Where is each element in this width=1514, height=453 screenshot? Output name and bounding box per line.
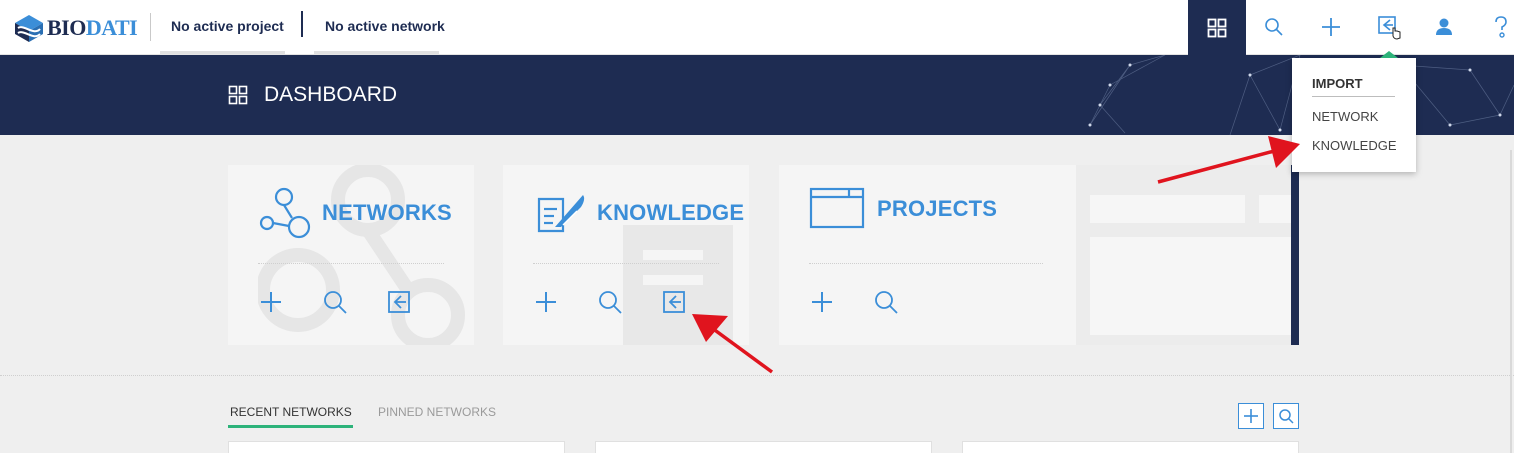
network-tab-underline (314, 51, 439, 54)
dropdown-caret (1380, 51, 1398, 58)
knowledge-actions (533, 289, 725, 315)
projects-bg-decoration (1076, 165, 1294, 345)
dashboard-nav-button[interactable] (1188, 0, 1246, 55)
dropdown-divider (1312, 96, 1395, 97)
import-icon (388, 291, 410, 313)
separator (301, 11, 303, 37)
add-project-button[interactable] (809, 289, 835, 315)
projects-card-title: PROJECTS (877, 196, 998, 221)
networks-card-title: NETWORKS (322, 200, 452, 225)
import-network-button[interactable] (386, 289, 412, 315)
search-project-button[interactable] (873, 289, 899, 315)
plus-icon (1244, 409, 1258, 423)
knowledge-card-title: KNOWLEDGE (597, 200, 745, 225)
network-list-card[interactable] (595, 441, 932, 453)
networks-icon (259, 187, 311, 239)
tab-pinned-networks[interactable]: PINNED NETWORKS (378, 405, 496, 419)
search-icon (324, 291, 347, 314)
projects-card: PROJECTS (779, 165, 1076, 345)
import-network-menu-item[interactable]: NETWORK (1312, 109, 1378, 124)
add-network-small-button[interactable] (1238, 403, 1264, 429)
plus-icon (812, 292, 832, 312)
import-icon (663, 291, 685, 313)
page-title: DASHBOARD (228, 83, 397, 107)
user-nav-button[interactable] (1431, 14, 1457, 40)
knowledge-icon (537, 195, 585, 233)
plus-icon (261, 292, 281, 312)
search-icon (875, 291, 898, 314)
search-icon (599, 291, 622, 314)
divider (533, 263, 719, 264)
plus-icon (536, 292, 556, 312)
logo-text: BIODATI (47, 15, 138, 40)
dashboard-icon (228, 85, 248, 105)
project-tab-underline (160, 51, 285, 54)
add-nav-button[interactable] (1318, 14, 1344, 40)
dashboard-banner: DASHBOARD (0, 55, 1514, 135)
top-bar: BIODATI No active project No active netw… (0, 0, 1514, 55)
section-divider (0, 375, 1514, 376)
active-tab-underline (228, 425, 353, 428)
help-nav-button[interactable] (1488, 14, 1514, 40)
search-icon (1279, 409, 1294, 424)
import-knowledge-menu-item[interactable]: KNOWLEDGE (1312, 138, 1397, 153)
page-title-text: DASHBOARD (264, 83, 398, 106)
projects-icon (809, 187, 865, 229)
divider (809, 263, 1043, 264)
divider (258, 263, 444, 264)
add-knowledge-button[interactable] (533, 289, 559, 315)
search-nav-button[interactable] (1261, 14, 1287, 40)
network-list-card[interactable] (962, 441, 1299, 453)
search-network-small-button[interactable] (1273, 403, 1299, 429)
add-network-button[interactable] (258, 289, 284, 315)
projects-card-header[interactable]: PROJECTS (809, 187, 997, 231)
scroll-accent-bar (1291, 165, 1299, 345)
dropdown-heading: IMPORT (1312, 76, 1363, 91)
networks-actions (258, 289, 450, 315)
import-icon (1378, 16, 1401, 40)
projects-actions (809, 289, 937, 315)
search-icon (1265, 18, 1283, 36)
tab-recent-networks[interactable]: RECENT NETWORKS (230, 405, 352, 419)
import-knowledge-button[interactable] (661, 289, 687, 315)
user-icon (1436, 18, 1452, 35)
biodati-logo[interactable]: BIODATI (12, 11, 138, 45)
knowledge-card-header[interactable]: KNOWLEDGE (533, 187, 744, 239)
search-knowledge-button[interactable] (597, 289, 623, 315)
scrollbar[interactable] (1510, 150, 1512, 453)
networks-card: NETWORKS (228, 165, 474, 345)
search-network-button[interactable] (322, 289, 348, 315)
dashboard-icon (1207, 18, 1227, 37)
biodati-logo-icon (15, 15, 43, 42)
plus-icon (1322, 18, 1340, 36)
knowledge-card: KNOWLEDGE (503, 165, 749, 345)
help-icon (1495, 16, 1507, 38)
active-project-label[interactable]: No active project (171, 18, 284, 34)
import-dropdown-menu: IMPORT NETWORK KNOWLEDGE (1292, 58, 1416, 172)
import-nav-button[interactable] (1376, 14, 1402, 40)
networks-card-header[interactable]: NETWORKS (258, 187, 452, 239)
separator (150, 13, 151, 41)
active-network-label[interactable]: No active network (325, 18, 445, 34)
network-list-card[interactable] (228, 441, 565, 453)
